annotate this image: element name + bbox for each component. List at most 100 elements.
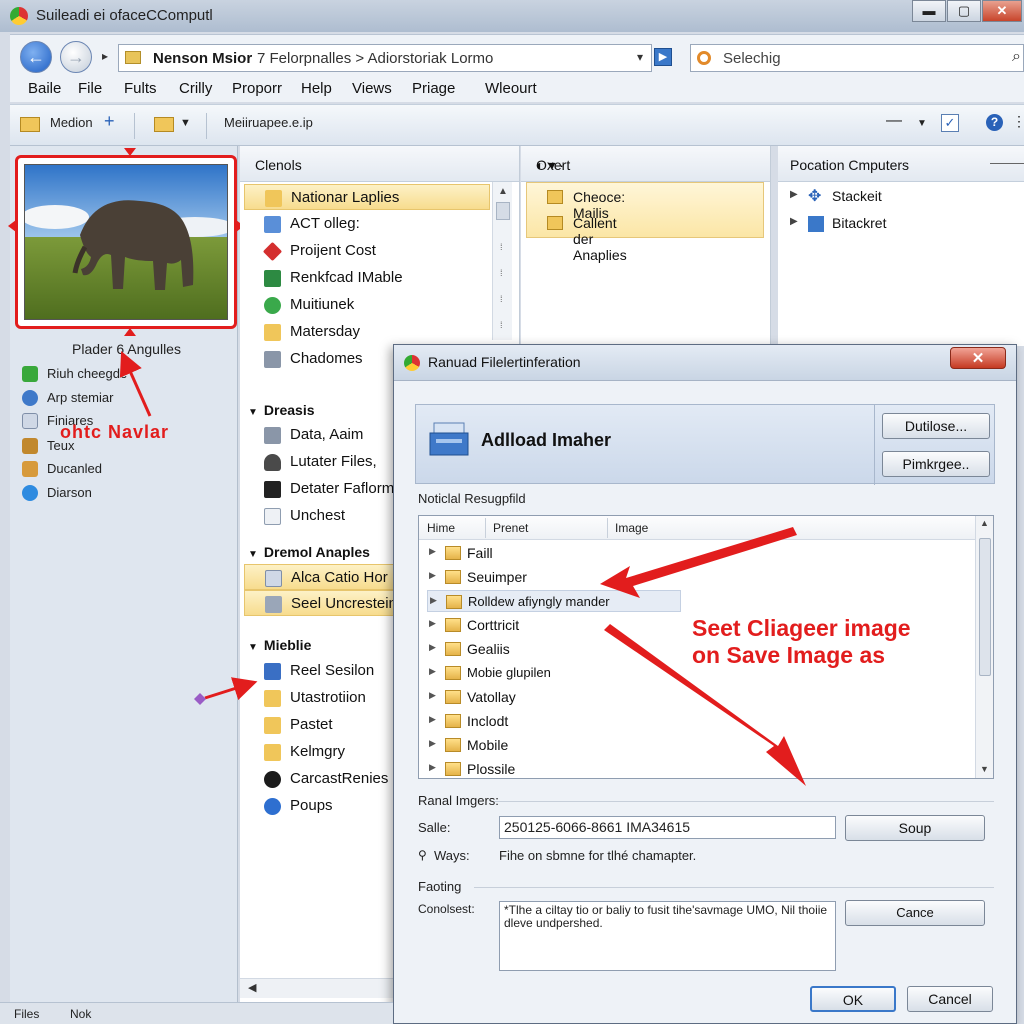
list-item[interactable]: ▶ Plossile — [427, 758, 681, 778]
resize-handle-left[interactable] — [8, 220, 16, 232]
cance-button[interactable]: Cance — [845, 900, 985, 926]
search-icon[interactable]: ⌕ — [1012, 48, 1021, 66]
nav-item-selected[interactable]: Nationar Laplies — [244, 184, 490, 210]
nav-item-label: ACT olleg: — [290, 215, 360, 232]
minus-icon[interactable]: — — [886, 112, 902, 130]
folder-icon[interactable] — [154, 117, 174, 132]
menu-item[interactable]: Proporr — [232, 80, 282, 97]
scroll-up-icon[interactable]: ▲ — [980, 518, 989, 528]
scroll-down-icon[interactable]: ▼ — [980, 764, 989, 774]
plus-icon[interactable]: + — [104, 111, 115, 132]
search-input[interactable]: Selechig ⌕ — [690, 44, 1024, 72]
expand-triangle-icon[interactable]: ▶ — [429, 546, 436, 557]
conclest-textarea[interactable]: *Tlhe a ciltay tio or baliy to fusit tih… — [499, 901, 836, 971]
resize-handle-bottom[interactable] — [124, 328, 136, 336]
section-header[interactable]: ▼ Dremol Anaples — [248, 544, 370, 560]
menu-item[interactable]: Views — [352, 80, 392, 97]
column-header[interactable]: Hime — [427, 521, 455, 535]
scrollbar-thumb[interactable] — [979, 538, 991, 676]
go-button[interactable]: ▶ — [654, 48, 672, 66]
list-item-label: Vatollay — [467, 689, 516, 705]
resize-handle-top[interactable] — [124, 148, 136, 156]
preview-pane: Plader 6 Angulles Riuh cheegde Arp stemi… — [8, 146, 244, 1002]
back-button[interactable]: ← — [20, 41, 52, 73]
expand-triangle-icon[interactable]: ▶ — [429, 666, 436, 677]
maximize-button[interactable]: ▢ — [947, 0, 981, 22]
breadcrumb-root[interactable]: Nenson Msior — [153, 50, 252, 67]
nav-item[interactable]: Muitiunek — [244, 292, 490, 318]
expand-triangle-icon[interactable]: ▶ — [429, 570, 436, 581]
section-header[interactable]: ▼ Mieblie — [248, 637, 311, 653]
ok-button[interactable]: OK — [810, 986, 896, 1012]
expand-triangle-icon[interactable]: ▶ — [429, 690, 436, 701]
instruction-annotation: Seet Cliageer image on Save Image as — [692, 615, 911, 669]
image-file-icon — [265, 596, 282, 613]
nav-item[interactable]: Proijent Cost — [244, 238, 490, 264]
document-icon — [264, 508, 281, 525]
close-button[interactable]: ✕ — [982, 0, 1022, 22]
pimkrgee-button[interactable]: Pimkrgee.. — [882, 451, 990, 477]
list-item-highlighted[interactable]: ▶ Rolldew afiyngly mander — [427, 590, 681, 612]
soup-button[interactable]: Soup — [845, 815, 985, 841]
vertical-scrollbar[interactable]: ▲ ⁞ ⁞ ⁞ ⁞ — [492, 182, 512, 340]
list-item[interactable]: ▶ Vatollay — [427, 686, 681, 708]
toolbar-medion-button[interactable]: Medion — [50, 115, 93, 130]
expand-triangle-icon: ▼ — [248, 407, 258, 418]
expand-triangle-icon[interactable]: ▶ — [429, 762, 436, 773]
expand-triangle-icon[interactable]: ▶ — [430, 595, 437, 606]
list-scrollbar[interactable]: ▲ ▼ — [975, 516, 993, 778]
list-item[interactable]: ▶ Faill — [427, 542, 681, 564]
menu-item[interactable]: Help — [301, 80, 332, 97]
chevron-down-icon[interactable]: ▼ — [180, 117, 191, 129]
breadcrumb-path[interactable]: 7 Felorpnalles > Adiorstoriak Lormo — [257, 50, 493, 67]
menu-item[interactable]: Baile — [28, 80, 61, 97]
chevron-down-icon[interactable]: ▾ — [637, 50, 643, 64]
toolbar-file-button[interactable]: Meiiruapee.e.ip — [224, 115, 313, 130]
list-item[interactable]: ▶ Gealiis — [427, 638, 681, 660]
checkbox-icon[interactable]: ✓ — [941, 114, 959, 132]
window-title: Suileadi ei ofaceCComputl — [36, 7, 213, 24]
menu-item[interactable]: Priage — [412, 80, 455, 97]
dutilose-button[interactable]: Dutilose... — [882, 413, 990, 439]
menu-item[interactable]: Fults — [124, 80, 157, 97]
section-header[interactable]: ▼ Dreasis — [248, 402, 315, 418]
expand-triangle-icon[interactable]: ▶ — [429, 714, 436, 725]
expand-triangle-icon[interactable]: ▶ — [429, 642, 436, 653]
address-row: ← → ▸ Nenson Msior 7 Felorpnalles > Adio… — [10, 34, 1024, 78]
nav-item[interactable]: Matersday — [244, 319, 490, 345]
list-item[interactable]: ▶ Inclodt — [427, 710, 681, 732]
nav-item[interactable]: Renkfcad IMable — [244, 265, 490, 291]
list-item[interactable]: ▶ Mobile — [427, 734, 681, 756]
column-header[interactable]: Prenet — [493, 521, 528, 535]
minimize-button[interactable]: ▬ — [912, 0, 946, 22]
menu-item[interactable]: Wleourt — [485, 80, 537, 97]
scroll-left-icon[interactable]: ◀ — [248, 981, 256, 994]
forward-button[interactable]: → — [60, 41, 92, 73]
nav-item[interactable]: ACT olleg: — [244, 211, 490, 237]
expand-triangle-icon[interactable]: ▶ — [790, 216, 798, 227]
more-options-icon[interactable]: ⋮ — [1012, 113, 1024, 130]
menu-item[interactable]: File — [78, 80, 102, 97]
list-item[interactable]: ▶ Seuimper — [427, 566, 681, 588]
chevron-down-icon[interactable]: ▼ — [917, 118, 927, 129]
image-thumbnail-frame[interactable] — [8, 148, 244, 336]
expand-triangle-icon[interactable]: ▶ — [429, 618, 436, 629]
menu-item[interactable]: Crilly — [179, 80, 212, 97]
list-item[interactable]: ▶ Corttricit — [427, 614, 681, 636]
globe-icon — [22, 390, 38, 406]
expand-triangle-icon[interactable]: ▶ — [429, 738, 436, 749]
salle-field[interactable]: 250125-6066-8661 IMA34615 — [499, 816, 836, 839]
folder-icon — [264, 690, 281, 707]
cancel-button[interactable]: Cancel — [907, 986, 993, 1012]
refresh-dropdown-icon[interactable]: ◐ ▾ · — [536, 157, 564, 174]
list-item[interactable]: ▶ Mobie glupilen — [427, 662, 681, 684]
scrollbar-thumb[interactable] — [496, 202, 510, 220]
elephant-thumbnail-image — [24, 164, 228, 320]
history-chevron-icon[interactable]: ▸ — [102, 49, 108, 63]
column-header[interactable]: Image — [615, 521, 648, 535]
help-icon[interactable]: ? — [986, 114, 1003, 131]
address-bar[interactable]: Nenson Msior 7 Felorpnalles > Adiorstori… — [118, 44, 652, 72]
dialog-close-button[interactable]: ✕ — [950, 347, 1006, 369]
scroll-up-icon[interactable]: ▲ — [498, 186, 508, 197]
expand-triangle-icon[interactable]: ▶ — [790, 189, 798, 200]
